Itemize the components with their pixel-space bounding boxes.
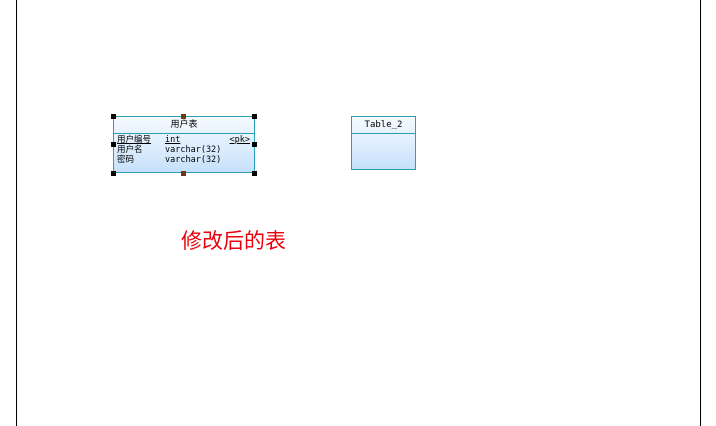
resize-handle-bottom-left[interactable] — [111, 171, 116, 176]
resize-handle-right[interactable] — [252, 142, 257, 147]
resize-handle-top-left[interactable] — [111, 114, 116, 119]
resize-handle-left[interactable] — [111, 142, 116, 147]
entity-table-2[interactable]: Table_2 — [351, 116, 416, 170]
entity-user-table[interactable]: 用户表 用户编号 int <pk> 用户名 varchar(32) 密码 var… — [113, 116, 255, 173]
entity-user-table-title: 用户表 — [114, 117, 254, 134]
annotation-text: 修改后的表 — [181, 229, 286, 253]
resize-handle-top-right[interactable] — [252, 114, 257, 119]
resize-handle-bottom-right[interactable] — [252, 171, 257, 176]
page-boundary-left — [16, 0, 17, 426]
diagram-canvas[interactable]: 用户表 用户编号 int <pk> 用户名 varchar(32) 密码 var… — [0, 0, 716, 426]
column-type: varchar(32) — [165, 155, 222, 165]
resize-handle-bottom[interactable] — [181, 171, 186, 176]
resize-handle-top[interactable] — [181, 114, 186, 119]
column-name: 密码 — [117, 155, 135, 165]
page-boundary-right — [700, 0, 701, 426]
entity-table-2-title: Table_2 — [352, 117, 415, 134]
column-row[interactable]: 密码 varchar(32) — [117, 155, 250, 166]
